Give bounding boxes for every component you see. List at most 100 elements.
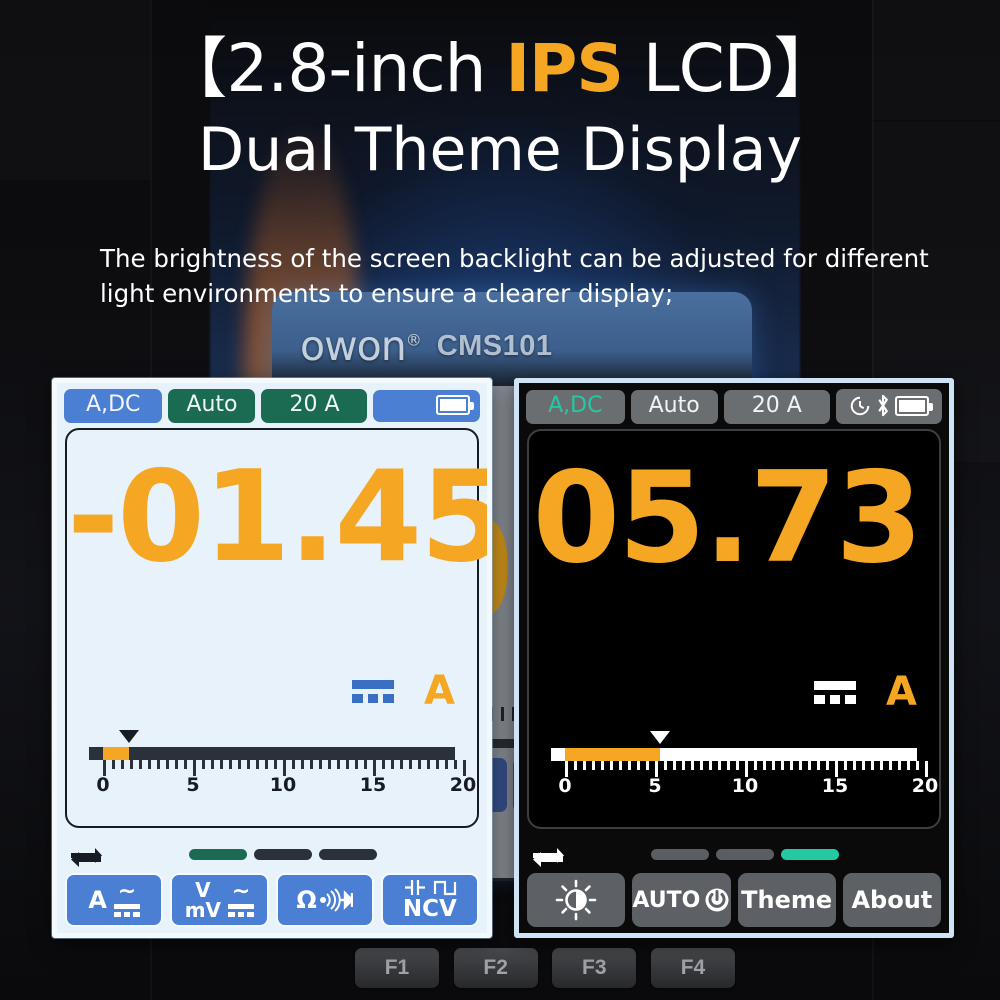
page-dot-3[interactable] [781, 849, 839, 860]
light-button-ncv-label: NCV [402, 896, 457, 923]
bargraph-tick-label: 5 [186, 774, 200, 796]
body-description: The brightness of the screen backlight c… [100, 244, 929, 308]
function-key-row: F1 F2 F3 F4 [355, 944, 735, 992]
light-reading-area: -01.45 A 0 5 10 15 20 [65, 428, 492, 828]
dark-button-row: AUTO Theme About [519, 873, 949, 927]
light-button-resistance-label: Ω [296, 886, 317, 914]
bargraph-tick-labels: 0 5 10 15 20 [89, 774, 476, 796]
resistance-continuity-diode-group: Ω [296, 886, 353, 914]
light-button-row: A ∼ V mV ∼ Ω NCV [57, 873, 487, 927]
light-button-current[interactable]: A ∼ [65, 873, 164, 927]
light-button-current-label: A [88, 886, 107, 914]
fkey-f1[interactable]: F1 [355, 948, 439, 988]
device-model: CMS101 [436, 329, 553, 362]
bargraph-track [89, 747, 455, 760]
bargraph-fill [103, 747, 130, 760]
dark-button-theme[interactable]: Theme [737, 873, 836, 927]
dark-reading-area: 05.73 A 0 5 10 15 20 [527, 429, 941, 829]
light-bargraph: 0 5 10 15 20 [89, 730, 476, 796]
bargraph-marker [650, 731, 671, 744]
clock-auto-off-icon [850, 396, 870, 415]
light-theme-meter-display: A,DC Auto 20 A -01.45 A 0 5 10 15 20 A ∼… [52, 378, 492, 938]
registered-mark: ® [405, 330, 422, 350]
continuity-diode-symbol-icon [319, 888, 353, 912]
light-bottom-strip: A ∼ V mV ∼ Ω NCV [57, 841, 487, 933]
dark-mode-badge[interactable]: A,DC [526, 389, 625, 424]
light-button-voltage-labels: V mV [185, 880, 221, 920]
light-unit-row: A [352, 668, 455, 714]
bargraph-tick-label: 15 [359, 774, 387, 796]
dark-bottom-strip: AUTO Theme About [519, 841, 949, 933]
fkey-f2[interactable]: F2 [453, 948, 538, 988]
title-accent-ips: IPS [505, 30, 623, 107]
dark-unit-label: A [886, 669, 917, 715]
title-part-1: 【2.8-inch [161, 30, 506, 107]
light-mode-badge[interactable]: A,DC [64, 389, 163, 423]
swap-arrows-icon[interactable] [69, 845, 103, 869]
light-button-ncv[interactable]: NCV [380, 873, 479, 927]
dc-symbol-icon [814, 680, 857, 704]
dark-button-brightness[interactable] [527, 873, 626, 927]
power-icon [705, 888, 729, 912]
owon-logo: owon® [300, 322, 422, 370]
page-title: 【2.8-inch IPS LCD】 [0, 34, 1000, 103]
label-volt: V [195, 878, 211, 902]
page-dot-2[interactable] [716, 849, 774, 860]
bargraph-fill [565, 748, 661, 761]
headline-block: 【2.8-inch IPS LCD】 Dual Theme Display [0, 34, 1000, 183]
auto-power-group: AUTO [632, 887, 730, 913]
light-statusbar: A,DC Auto 20 A [57, 383, 487, 428]
light-button-voltage[interactable]: V mV ∼ [170, 873, 269, 927]
dark-range-mode-badge[interactable]: Auto [630, 389, 718, 424]
battery-icon [436, 395, 474, 415]
brightness-icon [555, 879, 597, 921]
capacitance-frequency-symbol-icon [403, 878, 457, 897]
ac-dc-symbol-icon: ∼ [113, 881, 140, 917]
light-range-mode-badge[interactable]: Auto [168, 389, 256, 423]
bargraph-marker [119, 730, 140, 743]
label-millivolt: mV [184, 898, 222, 922]
page-subtitle: Dual Theme Display [198, 115, 802, 186]
bluetooth-icon [878, 394, 888, 417]
dark-page-dots [651, 849, 839, 860]
light-unit-label: A [424, 668, 455, 714]
dc-symbol-icon [352, 679, 395, 703]
device-branding: owon® CMS101 [300, 322, 720, 370]
dark-unit-row: A [814, 669, 917, 715]
bargraph-tick-label: 5 [648, 775, 662, 797]
bargraph-tick-label: 0 [96, 774, 110, 796]
page-dot-3[interactable] [319, 849, 377, 860]
bargraph-tick-label: 10 [731, 775, 759, 797]
bargraph-tick-labels: 0 5 10 15 20 [551, 775, 938, 797]
dark-button-auto-label: AUTO [632, 887, 701, 913]
dark-range-badge[interactable]: 20 A [723, 389, 830, 424]
page-dot-2[interactable] [254, 849, 312, 860]
fkey-f3[interactable]: F3 [552, 948, 637, 988]
light-status-icons [373, 390, 480, 422]
dark-primary-reading: 05.73 [532, 444, 923, 591]
battery-icon [894, 395, 933, 416]
dark-statusbar: A,DC Auto 20 A [519, 383, 949, 429]
bargraph-tick-label: 0 [558, 775, 572, 797]
dark-button-auto-power[interactable]: AUTO [632, 873, 731, 927]
title-part-2: LCD】 [622, 30, 840, 107]
bargraph-tick-label: 10 [269, 774, 297, 796]
light-button-resistance[interactable]: Ω [275, 873, 374, 927]
dark-button-about[interactable]: About [842, 873, 941, 927]
ncv-group: NCV [402, 878, 457, 923]
page-dot-1[interactable] [651, 849, 709, 860]
swap-arrows-icon[interactable] [531, 845, 565, 869]
brand-text: owon [300, 322, 407, 370]
dark-status-icons [835, 389, 943, 424]
ac-dc-symbol-icon: ∼ [228, 881, 255, 917]
bargraph-tick-label: 15 [821, 775, 849, 797]
dark-theme-meter-display: A,DC Auto 20 A 05.73 A 0 5 10 15 20 AUTO… [514, 378, 954, 938]
light-page-dots [189, 849, 377, 860]
bargraph-tick-label: 20 [449, 774, 477, 796]
page-dot-1[interactable] [189, 849, 247, 860]
light-range-badge[interactable]: 20 A [261, 389, 368, 423]
bargraph-tick-label: 20 [911, 775, 939, 797]
light-primary-reading: -01.45 [67, 443, 492, 590]
fkey-f4[interactable]: F4 [650, 948, 735, 988]
dark-bargraph: 0 5 10 15 20 [551, 731, 938, 797]
